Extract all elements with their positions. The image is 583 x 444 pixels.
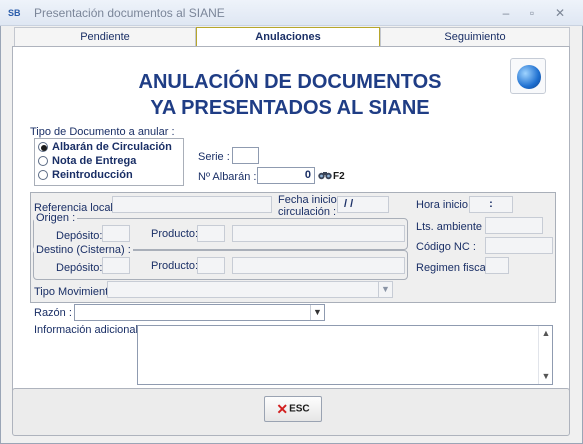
close-icon[interactable]: ✕ xyxy=(550,4,570,22)
origen-deposito-input[interactable] xyxy=(102,225,130,242)
destino-deposito-label: Depósito: xyxy=(56,262,103,274)
radio-albaran-label[interactable]: Albarán de Circulación xyxy=(52,141,172,153)
tab-pendiente[interactable]: Pendiente xyxy=(14,27,196,47)
chevron-down-icon[interactable]: ▼ xyxy=(378,282,392,297)
chevron-down-icon[interactable]: ▼ xyxy=(310,305,324,320)
radio-reintroduccion-label[interactable]: Reintroducción xyxy=(52,169,133,181)
globe-icon xyxy=(517,65,541,89)
fecha-input[interactable]: / / xyxy=(337,196,389,213)
textarea-scrollbar[interactable]: ▲ ▼ xyxy=(538,326,552,384)
lts-ambiente-label: Lts. ambiente : xyxy=(416,221,489,233)
regimen-fiscal-input[interactable] xyxy=(485,257,509,274)
radio-reintroduccion[interactable] xyxy=(38,170,48,180)
albaran-input[interactable]: 0 xyxy=(257,167,315,184)
hora-input[interactable]: : xyxy=(469,196,513,213)
binoculars-icon[interactable] xyxy=(318,170,332,180)
page-title-line2: YA PRESENTADOS AL SIANE xyxy=(150,97,430,119)
destino-legend: Destino (Cisterna) : xyxy=(34,244,133,256)
albaran-label: Nº Albarán : xyxy=(198,171,257,183)
razon-label: Razón : xyxy=(34,307,72,319)
maximize-icon[interactable]: ▫ xyxy=(522,4,542,22)
origen-deposito-label: Depósito: xyxy=(56,230,103,242)
destino-producto-desc[interactable] xyxy=(232,257,405,274)
scroll-up-icon[interactable]: ▲ xyxy=(539,328,553,338)
destino-producto-label: Producto: xyxy=(151,260,199,272)
ref-local-input[interactable] xyxy=(112,196,272,213)
esc-button[interactable]: ✕ESC xyxy=(264,396,322,422)
origen-producto-code[interactable] xyxy=(197,225,225,242)
window-title: Presentación documentos al SIANE xyxy=(34,6,225,20)
hora-label: Hora inicio : xyxy=(416,199,475,211)
codigo-nc-input[interactable] xyxy=(485,237,553,254)
tipo-movimiento-select[interactable]: ▼ xyxy=(107,281,393,298)
serie-input[interactable] xyxy=(232,147,259,164)
tab-anulaciones[interactable]: Anulaciones xyxy=(196,27,380,47)
app-icon: SB xyxy=(8,8,21,18)
codigo-nc-label: Código NC : xyxy=(416,241,476,253)
tab-seguimiento[interactable]: Seguimiento xyxy=(380,27,570,47)
serie-label: Serie : xyxy=(198,151,230,163)
razon-select[interactable]: ▼ xyxy=(74,304,325,321)
page-title-line1: ANULACIÓN DE DOCUMENTOS xyxy=(138,71,442,93)
scroll-down-icon[interactable]: ▼ xyxy=(539,371,553,381)
globe-button[interactable] xyxy=(510,58,546,94)
destino-deposito-input[interactable] xyxy=(102,257,130,274)
lts-ambiente-input[interactable] xyxy=(485,217,543,234)
origen-producto-desc[interactable] xyxy=(232,225,405,242)
regimen-fiscal-label: Regimen fiscal : xyxy=(416,262,495,274)
radio-nota-entrega[interactable] xyxy=(38,156,48,166)
close-x-icon: ✕ xyxy=(276,401,289,417)
esc-button-label: ESC xyxy=(289,403,310,415)
radio-albaran[interactable] xyxy=(38,142,48,152)
info-adicional-label: Información adicional : xyxy=(34,324,145,336)
radio-nota-entrega-label[interactable]: Nota de Entrega xyxy=(52,155,136,167)
info-adicional-textarea[interactable]: ▲ ▼ xyxy=(137,325,553,385)
origen-producto-label: Producto: xyxy=(151,228,199,240)
origen-legend: Origen : xyxy=(34,212,78,224)
destino-producto-code[interactable] xyxy=(197,257,225,274)
f2-shortcut-label: F2 xyxy=(333,171,345,182)
minimize-icon[interactable]: – xyxy=(496,4,516,22)
